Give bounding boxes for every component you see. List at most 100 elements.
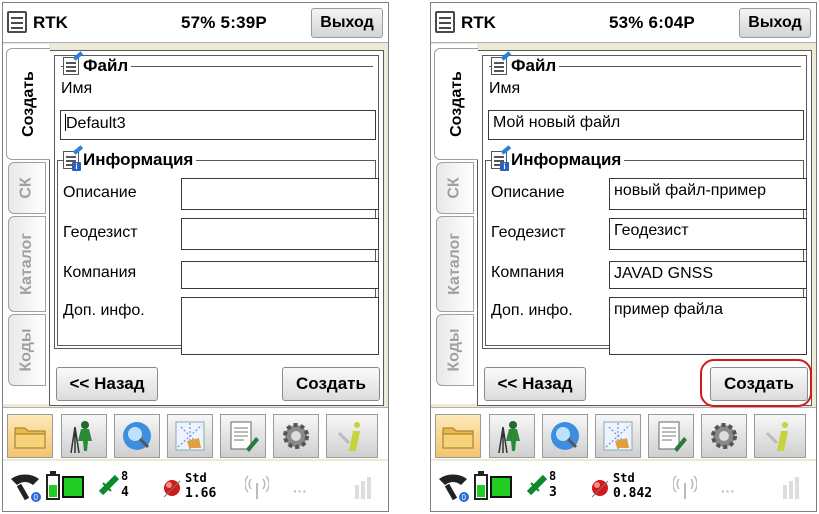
exit-button[interactable]: Выход [739,8,811,38]
bottom-toolbar [431,407,816,459]
document-pen-icon[interactable] [648,414,694,458]
tab-catalog[interactable]: Каталог [436,216,474,312]
radio-antenna-icon [672,473,698,506]
satellite-count-bottom: 4 [121,485,129,500]
extra-info-label: Доп. инфо. [491,302,573,319]
info-group-title: i Информация [491,150,625,171]
description-input[interactable] [181,178,379,210]
surveyor-input[interactable] [181,218,379,250]
back-button[interactable]: << Назад [56,367,158,401]
more-dots-icon: ··· [293,483,307,499]
signal-bars-icon [353,473,373,506]
company-input[interactable]: JAVAD GNSS [609,261,807,289]
document-info-icon: i [63,151,81,171]
exit-button[interactable]: Выход [311,8,383,38]
gnss-receiver-icon: 0 [9,471,43,508]
back-button[interactable]: << Назад [484,367,586,401]
satellite-icon [526,473,548,502]
description-label: Описание [491,184,565,201]
tab-coordinate-system[interactable]: СК [8,162,46,214]
vertical-tabs: Создать СК Каталог Коды [431,44,478,404]
bottom-toolbar [3,407,388,459]
map-icon[interactable] [167,414,213,458]
app-title: RTK [461,13,496,32]
extra-info-label: Доп. инфо. [63,302,145,319]
battery-icon [473,471,515,508]
info-icon[interactable] [754,414,806,458]
tab-coordinate-system[interactable]: СК [436,162,474,214]
tab-codes[interactable]: Коды [8,314,46,386]
app-title: RTK [33,13,68,32]
position-status-icon [161,477,183,504]
document-icon [491,57,507,75]
signal-bars-icon [781,473,801,506]
status-bar: 0 8 4 Std 1.66 ··· [3,461,388,511]
std-value: 0.842 [613,486,653,501]
folder-icon[interactable] [435,414,481,458]
satellite-count-top: 8 [121,469,129,483]
status-bar: 0 8 3 Std 0.842 ··· [431,461,816,511]
surveyor-input[interactable]: Геодезист [609,218,807,250]
surveyor-icon[interactable] [61,414,107,458]
more-dots-icon: ··· [721,483,735,499]
satellite-icon [98,473,120,502]
tab-create[interactable]: Создать [434,48,478,160]
tab-codes[interactable]: Коды [436,314,474,386]
company-label: Компания [63,264,137,281]
file-group-title: Файл [63,56,132,76]
device-screen-right: RTK 53% 6:04P Выход Создать СК Каталог К… [430,2,817,512]
folder-icon[interactable] [7,414,53,458]
globe-icon[interactable] [542,414,588,458]
start-menu-icon[interactable] [7,11,27,33]
satellite-count-top: 8 [549,469,557,483]
file-group-title: Файл [491,56,560,76]
extra-info-input[interactable]: пример файла [609,297,807,355]
document-icon [63,57,79,75]
highlight-annotation [700,359,812,407]
gear-icon[interactable] [701,414,747,458]
battery-icon [45,471,87,508]
map-icon[interactable] [595,414,641,458]
create-file-panel: Файл Имя Default3 i Информация Описание Г… [49,50,384,406]
battery-time-status: 53% 6:04P [609,13,695,32]
create-file-panel: Файл Имя Мой новый файл i Информация Опис… [477,50,812,407]
info-icon[interactable] [326,414,378,458]
description-input[interactable]: новый файл-пример [609,178,807,210]
vertical-tabs: Создать СК Каталог Коды [3,44,50,404]
gear-icon[interactable] [273,414,319,458]
company-label: Компания [491,264,565,281]
company-input[interactable] [181,261,379,289]
file-name-input[interactable]: Мой новый файл [488,110,804,140]
document-pen-icon[interactable] [220,414,266,458]
satellite-count-bottom: 3 [549,485,557,500]
file-name-input[interactable]: Default3 [60,110,376,140]
svg-text:0: 0 [34,493,39,502]
gnss-receiver-icon: 0 [437,471,471,508]
title-bar: RTK 57% 5:39P Выход [3,3,388,43]
tab-create[interactable]: Создать [6,48,50,160]
name-label: Имя [489,80,521,97]
surveyor-label: Геодезист [491,224,566,241]
radio-antenna-icon [244,473,270,506]
create-button[interactable]: Создать [282,367,380,401]
battery-time-status: 57% 5:39P [181,13,267,32]
document-info-icon: i [491,151,509,171]
tab-catalog[interactable]: Каталог [8,216,46,312]
name-label: Имя [61,80,93,97]
form-frame: Файл Имя Default3 i Информация Описание Г… [54,55,379,355]
svg-text:0: 0 [462,493,467,502]
device-screen-left: RTK 57% 5:39P Выход Создать СК Каталог К… [2,2,389,512]
extra-info-input[interactable] [181,297,379,355]
std-label: Std [613,471,635,485]
std-label: Std [185,471,207,485]
start-menu-icon[interactable] [435,11,455,33]
std-value: 1.66 [185,486,217,501]
surveyor-label: Геодезист [63,224,138,241]
title-bar: RTK 53% 6:04P Выход [431,3,816,43]
surveyor-icon[interactable] [489,414,535,458]
position-status-icon [589,477,611,504]
description-label: Описание [63,184,137,201]
info-group-title: i Информация [63,150,197,171]
globe-icon[interactable] [114,414,160,458]
form-frame: Файл Имя Мой новый файл i Информация Опис… [482,55,807,355]
